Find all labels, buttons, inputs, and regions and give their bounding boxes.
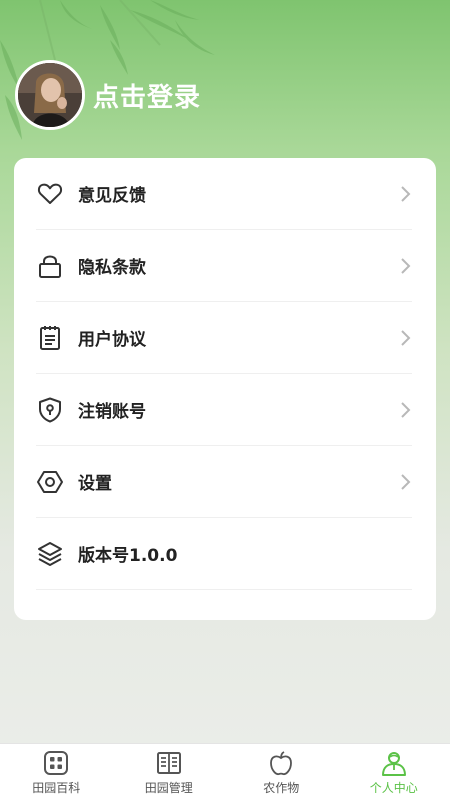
book-icon	[156, 752, 181, 774]
avatar[interactable]	[15, 60, 85, 130]
menu-item-label: 注销账号	[78, 402, 146, 422]
heart-icon	[36, 180, 64, 208]
menu-item-feedback[interactable]: 意见反馈	[36, 158, 412, 230]
tab-crops[interactable]: 农作物	[225, 744, 338, 800]
tab-label: 田园百科	[32, 781, 81, 795]
profile-header[interactable]: 点击登录	[15, 60, 201, 130]
tab-management[interactable]: 田园管理	[113, 744, 226, 800]
chevron-right-icon	[401, 401, 411, 418]
grid-icon	[44, 751, 69, 775]
tab-profile[interactable]: 个人中心	[338, 744, 450, 800]
menu-item-label: 隐私条款	[78, 258, 146, 278]
tab-label: 个人中心	[369, 781, 418, 795]
tab-label: 农作物	[263, 781, 300, 795]
menu-item-delete-account[interactable]: 注销账号	[36, 374, 412, 446]
menu-item-settings[interactable]: 设置	[36, 446, 412, 518]
bottom-tab-bar: 田园百科 田园管理 农作物 个人中心	[0, 743, 450, 800]
notepad-icon	[36, 324, 64, 352]
login-prompt[interactable]: 点击登录	[93, 77, 201, 114]
menu-item-version: 版本号1.0.0	[36, 518, 412, 590]
chevron-right-icon	[401, 329, 411, 346]
chevron-right-icon	[401, 257, 411, 274]
person-icon	[381, 752, 406, 776]
hexagon-nut-icon	[36, 468, 64, 496]
menu-item-label: 设置	[78, 474, 112, 494]
menu-item-label: 用户协议	[78, 330, 146, 350]
menu-item-user-agreement[interactable]: 用户协议	[36, 302, 412, 374]
tab-label: 田园管理	[144, 781, 193, 795]
version-label: 版本号1.0.0	[78, 546, 178, 566]
chevron-right-icon	[401, 473, 411, 490]
chevron-right-icon	[401, 185, 411, 202]
menu-item-label: 意见反馈	[78, 186, 146, 206]
menu-card: 意见反馈 隐私条款 用户协议 注销账号 设置 版本号1.0.0	[14, 158, 436, 620]
lock-icon	[36, 252, 64, 280]
shield-keyhole-icon	[36, 396, 64, 424]
menu-item-privacy[interactable]: 隐私条款	[36, 230, 412, 302]
apple-icon	[270, 751, 293, 775]
layers-icon	[36, 540, 64, 568]
tab-encyclopedia[interactable]: 田园百科	[0, 744, 113, 800]
